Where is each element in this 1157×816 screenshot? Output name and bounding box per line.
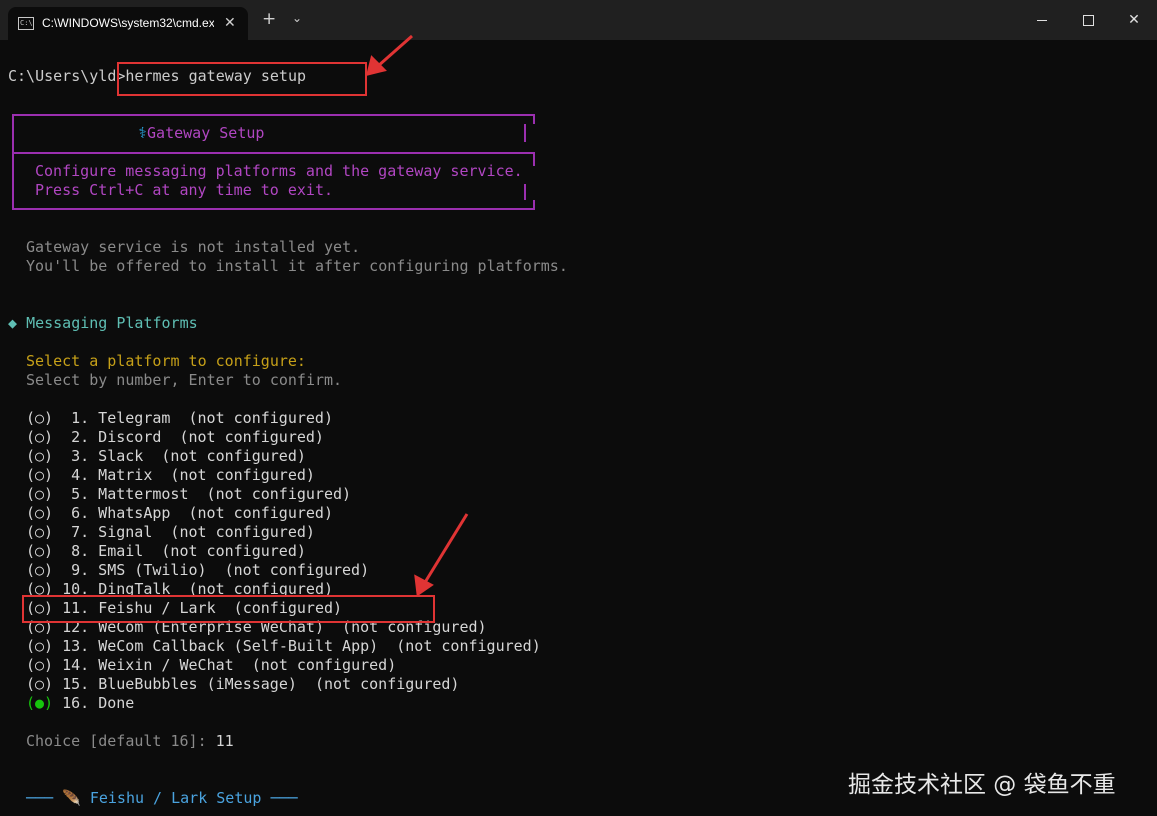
watermark: 掘金技术社区 @ 袋鱼不重: [848, 772, 1116, 798]
arrow-icon: [365, 34, 469, 597]
annotation-arrows: [365, 34, 469, 597]
